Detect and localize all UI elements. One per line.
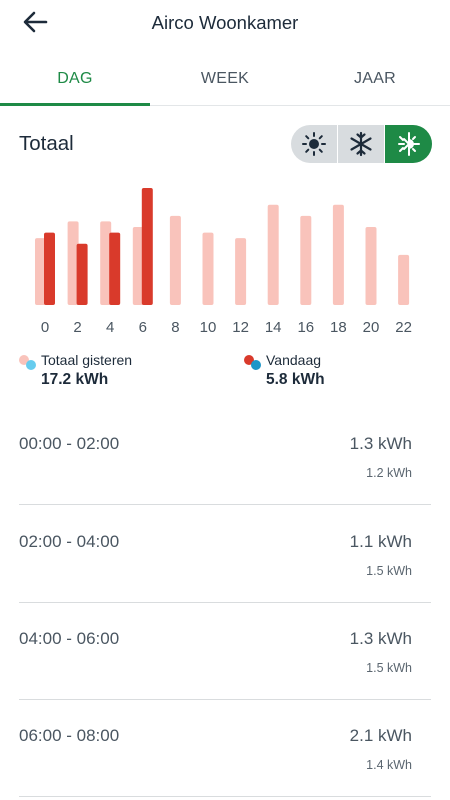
today-usage: 2.1 kWh [349, 726, 412, 745]
chart-svg: 0 2 4 6 8 10 12 14 16 18 20 22 [35, 188, 412, 336]
bar-yesterday-20 [365, 227, 377, 305]
bar-yesterday-18 [332, 204, 344, 305]
bar-yesterday-22 [398, 254, 410, 305]
bar-yesterday-16 [300, 215, 312, 305]
tab-jaar[interactable]: JAAR [300, 70, 450, 88]
bar-yesterday-14 [267, 204, 279, 305]
bar-today-6 [141, 188, 153, 305]
today-usage: 1.1 kWh [349, 532, 412, 551]
snowflake-icon [350, 131, 372, 157]
cooling-mode-button[interactable] [338, 125, 385, 163]
x-tick-label: 2 [73, 319, 81, 336]
legend-today-value: 5.8 kWh [266, 371, 325, 388]
list-item[interactable]: 02:00 - 04:00 1.1 kWh 1.5 kWh [0, 506, 450, 603]
yesterday-usage: 1.2 kWh [366, 466, 412, 480]
legend-yesterday-value: 17.2 kWh [41, 371, 109, 388]
x-tick-label: 4 [106, 319, 114, 336]
period-tabs: DAG WEEK JAAR [0, 56, 450, 106]
yesterday-usage: 1.5 kWh [366, 564, 412, 578]
x-tick-label: 18 [330, 319, 347, 336]
x-tick-label: 20 [363, 319, 380, 336]
time-range: 04:00 - 06:00 [19, 629, 120, 648]
divider [19, 796, 431, 797]
app-header: Airco Woonkamer [0, 0, 450, 44]
time-range: 02:00 - 04:00 [19, 532, 120, 551]
x-tick-label: 10 [200, 319, 217, 336]
time-range: 06:00 - 08:00 [19, 726, 120, 745]
divider [19, 504, 431, 505]
today-usage: 1.3 kWh [349, 629, 412, 648]
x-tick-label: 8 [171, 319, 179, 336]
sun-icon [302, 132, 326, 156]
legend-yesterday-dots [19, 355, 37, 371]
time-range: 00:00 - 02:00 [19, 434, 120, 453]
heating-mode-button[interactable] [291, 125, 338, 163]
x-tick-label: 12 [232, 319, 249, 336]
yesterday-usage: 1.4 kWh [366, 758, 412, 772]
x-tick-label: 22 [395, 319, 412, 336]
yesterday-usage: 1.5 kWh [366, 661, 412, 675]
legend-today-label: Vandaag [266, 352, 322, 368]
list-item[interactable]: 00:00 - 02:00 1.3 kWh 1.2 kWh [0, 408, 450, 505]
list-item[interactable]: 04:00 - 06:00 1.3 kWh 1.5 kWh [0, 603, 450, 700]
today-usage: 1.3 kWh [349, 434, 412, 453]
x-tick-label: 0 [41, 319, 49, 336]
bar-today-4 [109, 232, 121, 305]
legend-today-dots [244, 355, 262, 371]
heat-cool-mode-button[interactable] [385, 125, 432, 163]
bar-yesterday-10 [202, 232, 214, 305]
active-tab-indicator [0, 103, 150, 106]
bar-today-2 [76, 243, 88, 305]
page-title: Airco Woonkamer [151, 12, 299, 33]
x-tick-label: 14 [265, 319, 282, 336]
x-tick-label: 6 [139, 319, 147, 336]
legend-yesterday-label: Totaal gisteren [41, 352, 133, 368]
bar-yesterday-8 [169, 215, 181, 305]
tab-week[interactable]: WEEK [150, 70, 300, 88]
mode-toggle [291, 125, 432, 163]
tab-dag[interactable]: DAG [0, 70, 150, 88]
energy-bar-chart: 0 2 4 6 8 10 12 14 16 18 20 22 [0, 178, 450, 343]
bar-yesterday-12 [235, 238, 247, 305]
x-tick-label: 16 [297, 319, 314, 336]
heat-cool-icon [397, 132, 420, 156]
section-title: Totaal [19, 132, 74, 155]
list-item[interactable]: 06:00 - 08:00 2.1 kWh 1.4 kWh [0, 700, 450, 797]
bar-today-0 [44, 232, 55, 305]
